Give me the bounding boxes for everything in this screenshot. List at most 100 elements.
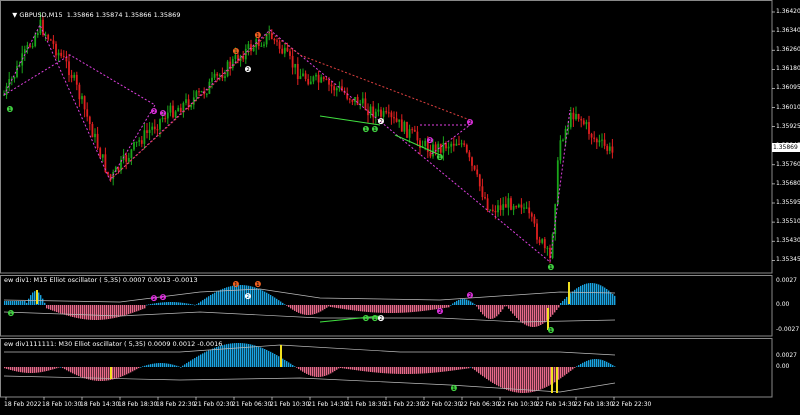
osc1-bar <box>278 300 280 305</box>
osc1-bar <box>360 305 362 312</box>
candle-body <box>13 76 16 79</box>
osc2-bar <box>290 363 292 367</box>
candle-body <box>333 86 336 91</box>
candle-body <box>611 146 614 153</box>
candle-body <box>198 91 200 93</box>
osc2-bar <box>120 367 122 377</box>
candle-body <box>325 78 328 80</box>
osc1-bar <box>526 305 528 326</box>
osc1-bar <box>594 283 596 305</box>
chart-canvas[interactable]: ❶❶❶❷❷ ❷❶ ❶❷❷❶❷❶❶❶ ❶❷❷ ❷❶ ❶❷❷❷❶❶ <box>0 0 800 411</box>
osc2-bar <box>548 367 550 386</box>
candle-body <box>156 129 159 131</box>
candle-body <box>296 63 299 79</box>
osc2-bar <box>18 367 20 372</box>
osc2-bar <box>154 363 156 367</box>
osc1-bar <box>158 302 160 305</box>
candle-body <box>304 73 307 79</box>
osc1-bar <box>34 291 36 305</box>
osc2-bar <box>182 365 184 367</box>
osc2-bar <box>566 367 568 374</box>
price-tick: 1.36180 <box>776 65 800 73</box>
osc2-bar <box>96 367 98 381</box>
osc1-bar <box>138 305 140 311</box>
marker-magenta: ❷ <box>466 118 473 127</box>
osc2-bar <box>64 367 66 370</box>
candle-body <box>101 154 104 158</box>
candle-body <box>283 47 286 54</box>
osc2-bar <box>54 367 56 369</box>
osc2-bar <box>284 359 286 367</box>
osc1-bar <box>372 305 374 313</box>
osc1-bar <box>498 305 500 315</box>
osc1-bar <box>194 304 196 306</box>
osc1-bar <box>582 284 584 305</box>
osc1-bar <box>216 291 218 305</box>
osc1-bar <box>542 305 544 324</box>
osc1-bar <box>596 283 598 305</box>
osc2-bar <box>400 367 402 374</box>
osc1-bar <box>82 305 84 320</box>
osc1-upper-line <box>3 288 616 303</box>
osc1-marker-orange: ❶ <box>232 280 239 289</box>
price-tick: 1.36010 <box>776 103 800 111</box>
candle-body <box>593 137 596 139</box>
osc2-bar <box>132 367 134 372</box>
osc2-bar <box>212 348 214 367</box>
trading-chart[interactable]: ❶❶❶❷❷❷❶❶❷❷❶❷❶❶❶❶❷❷❷❶❶❷❷❷❶❶ ▼ GBPUSD,M15 … <box>0 0 800 411</box>
osc2-bar <box>532 367 534 392</box>
osc1-bar <box>198 302 200 305</box>
osc1-bar <box>362 305 364 312</box>
osc-tick: 0.00 <box>776 363 790 370</box>
osc2-bar <box>370 367 372 372</box>
candle-body <box>81 96 83 100</box>
candle-body <box>169 105 172 113</box>
candle-body <box>286 47 289 52</box>
candle-body <box>75 74 78 85</box>
osc1-bar <box>404 305 406 313</box>
osc1-bar <box>398 305 400 313</box>
osc1-bar <box>256 288 258 305</box>
osc2-bar <box>236 343 238 367</box>
osc1-bar <box>610 292 612 305</box>
candle-body <box>577 113 580 119</box>
osc2-bar <box>394 367 396 374</box>
osc2-bar <box>312 367 314 377</box>
time-tick: 18 Feb 22:30 <box>156 401 196 408</box>
osc1-bar <box>580 285 582 305</box>
osc2-bar <box>294 366 296 367</box>
osc1-bar <box>150 304 152 305</box>
candle-body <box>476 169 479 175</box>
osc1-bar <box>486 305 488 318</box>
candle-body <box>330 84 333 87</box>
candle-body <box>140 140 143 144</box>
osc2-signal-bar <box>280 345 282 367</box>
osc2-bar <box>458 367 460 370</box>
osc-tick: 0.0027 <box>776 352 797 359</box>
osc2-bar <box>580 363 582 367</box>
candle-body <box>23 49 26 54</box>
marker-white: ❷ <box>377 117 384 126</box>
osc1-bar <box>38 292 40 305</box>
candle-body <box>580 118 583 121</box>
osc1-bar <box>306 305 308 315</box>
osc2-bar <box>502 367 504 389</box>
main-panel-frame <box>0 0 773 274</box>
osc2-bar <box>492 367 494 383</box>
candle-body <box>211 77 213 82</box>
osc1-bar <box>432 305 434 310</box>
osc1-bar <box>326 305 328 308</box>
osc2-bar <box>26 367 28 373</box>
osc1-bar <box>598 284 600 305</box>
osc2-signal-bar <box>110 367 112 379</box>
osc2-bar <box>466 367 468 369</box>
osc2-bar <box>604 360 606 367</box>
osc2-bar <box>442 367 444 372</box>
osc2-bar <box>426 367 428 374</box>
candle-body <box>320 77 323 83</box>
osc1-bar <box>406 305 408 313</box>
osc1-bar <box>240 285 242 305</box>
osc1-bar <box>334 305 336 308</box>
osc1-title: ew div1: M15 Elliot oscillator ( 5,35) 0… <box>4 276 198 284</box>
candle-body <box>96 133 99 149</box>
